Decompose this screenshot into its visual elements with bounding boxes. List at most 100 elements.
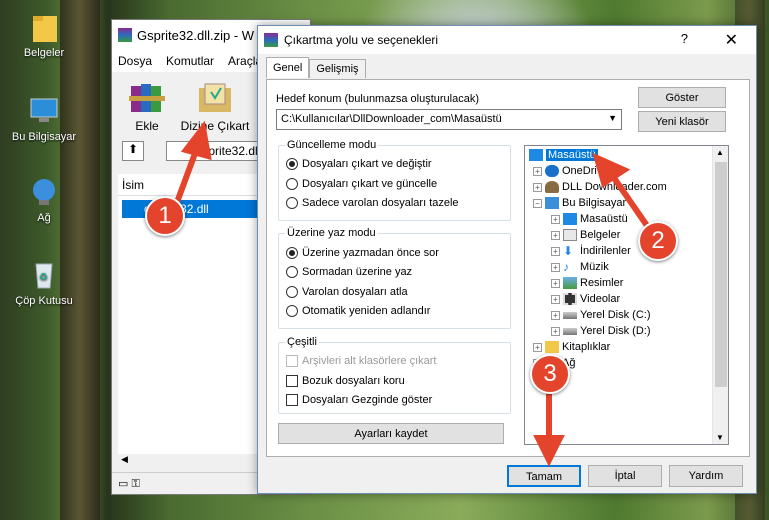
computer-icon bbox=[27, 94, 61, 128]
tree-item-disk-d[interactable]: + Yerel Disk (D:) bbox=[551, 325, 651, 337]
close-icon[interactable]: ✕ bbox=[725, 30, 738, 50]
misc-title: Çeşitli bbox=[285, 336, 319, 348]
desktop-icon-network[interactable]: Ağ bbox=[9, 175, 79, 224]
ok-button[interactable]: Tamam bbox=[507, 465, 581, 487]
expand-icon[interactable]: + bbox=[551, 278, 560, 288]
save-settings-button[interactable]: Ayarları kaydet bbox=[278, 423, 504, 444]
expand-icon[interactable]: + bbox=[551, 326, 560, 336]
tree-item-onedrive[interactable]: + OneDrive bbox=[533, 165, 608, 177]
folder-icon bbox=[27, 10, 61, 44]
computer-icon bbox=[545, 197, 559, 209]
up-arrow-icon: ⬆ bbox=[127, 142, 139, 156]
film-icon bbox=[563, 293, 577, 305]
radio-extract-replace[interactable]: Dosyaları çıkart ve değiştir bbox=[286, 158, 432, 170]
desktop-icon-label: Bu Bilgisayar bbox=[11, 131, 77, 143]
radio-overwrite-without[interactable]: Sormadan üzerine yaz bbox=[286, 266, 412, 278]
radio-fresh-existing[interactable]: Sadece varolan dosyaları tazele bbox=[286, 197, 459, 209]
expand-icon[interactable]: + bbox=[533, 342, 542, 352]
help-question-icon[interactable]: ? bbox=[681, 31, 688, 46]
radio-dot bbox=[286, 266, 298, 278]
desktop-icon-documents[interactable]: Belgeler bbox=[9, 10, 79, 59]
checkbox-box bbox=[286, 375, 298, 387]
expand-icon[interactable]: + bbox=[551, 262, 560, 272]
extract-to-button[interactable]: Dizine Çıkart bbox=[178, 80, 252, 133]
tree-item-libraries[interactable]: + Kitaplıklar bbox=[533, 341, 610, 353]
tree-item-pc-desktop[interactable]: + Masaüstü bbox=[551, 213, 628, 225]
tab-general[interactable]: Genel bbox=[266, 57, 310, 78]
library-folder-icon bbox=[545, 341, 559, 353]
tree-item-label: İndirilenler bbox=[580, 245, 631, 257]
add-button[interactable]: Ekle bbox=[122, 80, 172, 133]
tree-item-downloads[interactable]: + ⬇ İndirilenler bbox=[551, 245, 631, 257]
up-folder-button[interactable]: ⬆ bbox=[122, 141, 144, 161]
new-folder-button[interactable]: Yeni klasör bbox=[638, 111, 726, 132]
drive-icon bbox=[563, 327, 577, 335]
tree-scrollbar[interactable]: ▲ ▼ bbox=[712, 146, 728, 444]
radio-skip-existing[interactable]: Varolan dosyaları atla bbox=[286, 286, 408, 298]
desktop-icon-recycle-bin[interactable]: ♻ Çöp Kutusu bbox=[9, 258, 79, 307]
tree-item-disk-c[interactable]: + Yerel Disk (C:) bbox=[551, 309, 651, 321]
radio-dot bbox=[286, 197, 298, 209]
checkbox-keep-broken[interactable]: Bozuk dosyaları koru bbox=[286, 375, 405, 387]
scroll-thumb[interactable] bbox=[715, 162, 727, 387]
menu-file[interactable]: Dosya bbox=[118, 54, 152, 68]
option-label: Sormadan üzerine yaz bbox=[302, 266, 413, 278]
help-button[interactable]: Yardım bbox=[669, 465, 743, 487]
radio-extract-update[interactable]: Dosyaları çıkart ve güncelle bbox=[286, 178, 437, 190]
winrar-app-icon bbox=[118, 28, 132, 42]
checkbox-extract-subfolders: Arşivleri alt klasörlere çıkart bbox=[286, 355, 436, 367]
option-label: Varolan dosyaları atla bbox=[302, 286, 408, 298]
tree-item-label: Yerel Disk (C:) bbox=[580, 309, 651, 321]
winrar-title: Gsprite32.dll.zip - W bbox=[137, 27, 255, 43]
expand-icon[interactable]: + bbox=[533, 182, 542, 192]
download-icon: ⬇ bbox=[563, 244, 574, 258]
radio-auto-rename[interactable]: Otomatik yeniden adlandır bbox=[286, 305, 430, 317]
destination-path-combo[interactable]: C:\Kullanıcılar\DllDownloader_com\Masaüs… bbox=[276, 109, 622, 130]
path-text: Gsprite32.dll bbox=[193, 144, 261, 158]
expand-icon[interactable]: + bbox=[551, 230, 560, 240]
tree-item-videos[interactable]: + Videolar bbox=[551, 293, 620, 305]
expand-icon[interactable]: + bbox=[551, 246, 560, 256]
collapse-icon[interactable]: − bbox=[533, 198, 542, 208]
tree-item-desktop[interactable]: Masaüstü bbox=[529, 149, 598, 161]
tree-item-label: Kitaplıklar bbox=[562, 341, 611, 353]
expand-icon[interactable]: + bbox=[533, 166, 542, 176]
option-label: Arşivleri alt klasörlere çıkart bbox=[302, 355, 437, 367]
tree-item-label: Belgeler bbox=[580, 229, 621, 241]
tree-item-music[interactable]: + ♪ Müzik bbox=[551, 261, 609, 273]
desktop-icon-label: Ağ bbox=[37, 212, 51, 224]
scroll-up-icon[interactable]: ▲ bbox=[716, 148, 724, 157]
expand-icon[interactable]: + bbox=[551, 294, 560, 304]
column-header-label: İsim bbox=[122, 178, 144, 192]
tree-item-user[interactable]: + DLL Downloader.com bbox=[533, 181, 667, 193]
tree-item-this-pc[interactable]: − Bu Bilgisayar bbox=[533, 197, 626, 209]
option-label: Bozuk dosyaları koru bbox=[302, 375, 405, 387]
option-label: Dosyaları çıkart ve değiştir bbox=[302, 158, 432, 170]
option-label: Dosyaları çıkart ve güncelle bbox=[302, 178, 438, 190]
menu-commands[interactable]: Komutlar bbox=[166, 54, 214, 68]
svg-text:♻: ♻ bbox=[39, 272, 48, 283]
scroll-down-icon[interactable]: ▼ bbox=[716, 433, 724, 442]
show-button[interactable]: Göster bbox=[638, 87, 726, 108]
tree-item-pictures[interactable]: + Resimler bbox=[551, 277, 623, 289]
tab-advanced[interactable]: Gelişmiş bbox=[309, 59, 366, 78]
checkbox-box bbox=[286, 394, 298, 406]
music-icon: ♪ bbox=[563, 260, 569, 274]
desktop-icon-label: Çöp Kutusu bbox=[15, 295, 73, 307]
cloud-icon bbox=[545, 165, 559, 177]
destination-path-text: C:\Kullanıcılar\DllDownloader_com\Masaüs… bbox=[281, 113, 502, 125]
folder-tree[interactable]: Masaüstü + OneDrive + DLL Downloader.com −… bbox=[524, 145, 729, 445]
desktop-icon-this-pc[interactable]: Bu Bilgisayar bbox=[9, 94, 79, 143]
radio-ask-before[interactable]: Üzerine yazmadan önce sor bbox=[286, 247, 439, 259]
chevron-down-icon[interactable]: ▼ bbox=[608, 113, 617, 123]
step-badge-3: 3 bbox=[530, 354, 570, 394]
radio-dot bbox=[286, 178, 298, 190]
overwrite-mode-title: Üzerine yaz modu bbox=[285, 227, 378, 239]
expand-icon[interactable]: + bbox=[551, 310, 560, 320]
tree-item-documents[interactable]: + Belgeler bbox=[551, 229, 620, 241]
cancel-button[interactable]: İptal bbox=[588, 465, 662, 487]
checkbox-show-in-explorer[interactable]: Dosyaları Gezginde göster bbox=[286, 394, 432, 406]
tree-item-label: Videolar bbox=[580, 293, 621, 305]
document-icon bbox=[563, 229, 577, 241]
expand-icon[interactable]: + bbox=[551, 214, 560, 224]
